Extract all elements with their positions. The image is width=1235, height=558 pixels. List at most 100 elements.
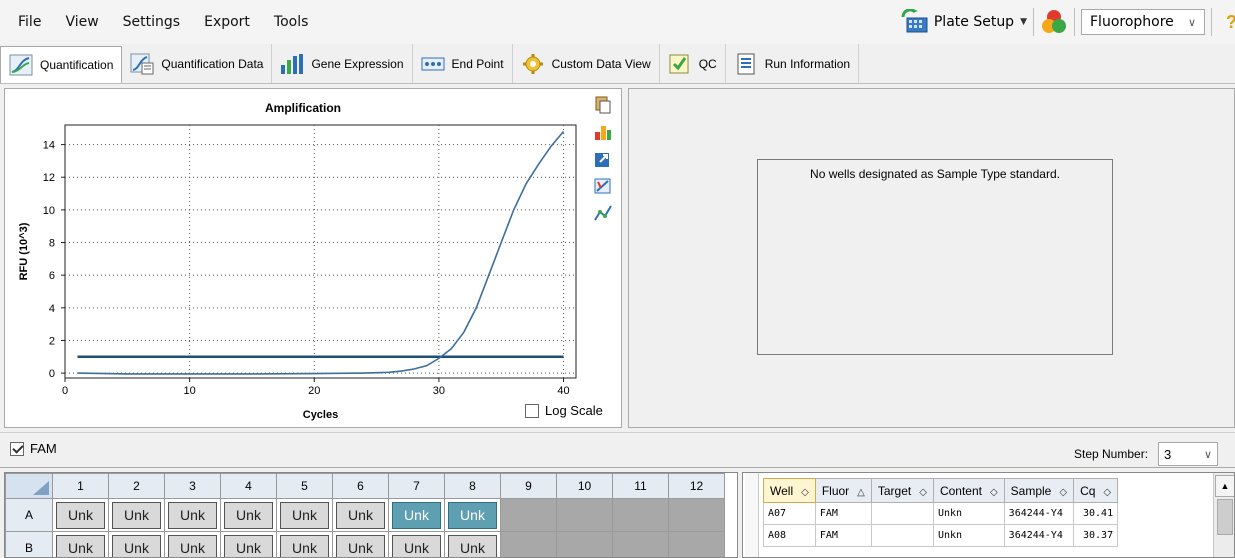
zoom-chart-icon[interactable] — [593, 176, 613, 196]
tab-run-information[interactable]: Run Information — [725, 44, 860, 83]
plate-well[interactable] — [668, 531, 725, 557]
amplification-chart-panel: Amplification 0 10 20 30 40 0 2 4 6 8 10 12 14 Cycles… — [4, 88, 622, 428]
plate-column-header[interactable]: 6 — [332, 473, 389, 499]
tab-end-point[interactable]: End Point — [412, 44, 513, 83]
results-column-header[interactable]: Well ◇ — [763, 478, 816, 503]
table-cell: Unkn — [932, 524, 1005, 547]
tab-label: Custom Data View — [551, 56, 651, 71]
fam-toggle[interactable]: FAM — [10, 441, 57, 456]
fam-checkbox[interactable] — [10, 441, 24, 456]
menu-tools[interactable]: Tools — [262, 14, 321, 30]
step-number-select[interactable]: 3 ∨ — [1158, 442, 1219, 466]
plate-well[interactable]: Unk — [444, 498, 501, 532]
plate-well[interactable]: Unk — [108, 498, 165, 532]
plate-well[interactable]: Unk — [444, 531, 501, 557]
plate-well[interactable] — [556, 498, 613, 532]
scrollbar-thumb[interactable] — [1217, 499, 1233, 535]
tab-label: Run Information — [764, 56, 851, 71]
tab-quantification-data[interactable]: Quantification Data — [122, 44, 273, 83]
log-scale-checkbox[interactable] — [525, 403, 539, 418]
sort-icon: △ — [857, 486, 865, 498]
plate-well[interactable] — [668, 498, 725, 532]
plate-column-header[interactable]: 11 — [612, 473, 669, 499]
well-content-label: Unk — [336, 534, 385, 557]
plate-well[interactable]: Unk — [220, 531, 277, 557]
y-tick-label: 0 — [49, 368, 55, 380]
plate-column-header[interactable]: 10 — [556, 473, 613, 499]
y-tick-label: 14 — [43, 140, 55, 152]
plate-well[interactable]: Unk — [164, 498, 221, 532]
plate-column-header[interactable]: 3 — [164, 473, 221, 499]
menu-export[interactable]: Export — [192, 14, 262, 30]
plate-well[interactable]: Unk — [388, 498, 445, 532]
plate-corner[interactable] — [5, 473, 53, 499]
quantification-data-icon — [130, 53, 154, 75]
plate-well[interactable] — [500, 498, 557, 532]
plate-column-header[interactable]: 5 — [276, 473, 333, 499]
tab-quantification[interactable]: Quantification — [0, 46, 123, 83]
log-scale-toggle[interactable]: Log Scale — [525, 403, 603, 418]
y-tick-label: 10 — [43, 205, 55, 217]
fluorophore-select[interactable]: Fluorophore ∨ — [1081, 9, 1205, 35]
plate-well[interactable] — [612, 531, 669, 557]
results-column-header[interactable]: Sample ◇ — [1003, 478, 1075, 503]
standard-curve-panel: No wells designated as Sample Type stand… — [628, 88, 1235, 428]
plate-column-header[interactable]: 9 — [500, 473, 557, 499]
plate-well[interactable] — [556, 531, 613, 557]
fluor-step-strip: FAM Step Number: 3 ∨ — [0, 432, 1235, 468]
chart-side-toolbar — [593, 95, 617, 230]
well-content-label: Unk — [392, 501, 441, 529]
plate-column-header[interactable]: 7 — [388, 473, 445, 499]
plate-well[interactable]: Unk — [52, 498, 109, 532]
plate-column-header[interactable]: 8 — [444, 473, 501, 499]
results-scrollbar[interactable]: ▲ — [1213, 473, 1234, 557]
plate-column-header[interactable]: 2 — [108, 473, 165, 499]
scroll-up-icon[interactable]: ▲ — [1215, 475, 1234, 497]
well-content-label: Unk — [112, 534, 161, 557]
no-standard-message: No wells designated as Sample Type stand… — [810, 167, 1060, 181]
plate-well[interactable]: Unk — [276, 498, 333, 532]
menu-file[interactable]: File — [0, 14, 53, 30]
export-chart-icon[interactable] — [593, 149, 613, 169]
plate-well[interactable]: Unk — [52, 531, 109, 557]
plate-well[interactable]: Unk — [108, 531, 165, 557]
menu-settings[interactable]: Settings — [111, 14, 192, 30]
plate-row-header[interactable]: A — [5, 498, 53, 532]
results-column-header[interactable]: Content ◇ — [932, 478, 1005, 503]
amplification-chart[interactable]: 0 10 20 30 40 0 2 4 6 8 10 12 14 Cycles RFU (10^3) — [5, 89, 601, 429]
tab-label: QC — [698, 56, 717, 71]
x-axis-label: Cycles — [303, 409, 338, 421]
help-button[interactable]: ? — [1226, 12, 1235, 33]
plate-column-header[interactable]: 4 — [220, 473, 277, 499]
toolbar-separator — [1033, 8, 1034, 36]
plate-well[interactable]: Unk — [164, 531, 221, 557]
plate-well[interactable] — [612, 498, 669, 532]
plate-column-header[interactable]: 12 — [668, 473, 725, 499]
plate-well[interactable] — [500, 531, 557, 557]
table-row[interactable]: A08 FAM Unkn 364244-Y4 30.37 — [763, 524, 1119, 547]
plate-well[interactable]: Unk — [332, 498, 389, 532]
copy-icon[interactable] — [593, 95, 613, 115]
results-column-header[interactable]: Target ◇ — [870, 478, 934, 503]
plate-well[interactable]: Unk — [388, 531, 445, 557]
results-column-header[interactable]: Cq ◇ — [1073, 478, 1119, 503]
tab-custom-data-view[interactable]: Custom Data View — [512, 44, 660, 83]
plate-column-header[interactable]: 1 — [52, 473, 109, 499]
table-row[interactable]: A07 FAM Unkn 364244-Y4 30.41 — [763, 502, 1119, 525]
tab-qc[interactable]: QC — [659, 44, 726, 83]
tab-gene-expression[interactable]: Gene Expression — [272, 44, 413, 83]
results-column-header[interactable]: Fluor △ — [814, 478, 872, 503]
table-cell: A08 — [763, 524, 816, 547]
sort-icon: ◇ — [801, 486, 809, 498]
well-content-label: Unk — [224, 501, 273, 529]
plate-well[interactable]: Unk — [332, 531, 389, 557]
plate-well[interactable]: Unk — [220, 498, 277, 532]
fluorophore-color-icon[interactable] — [1040, 8, 1068, 36]
plate-setup-button[interactable]: Plate Setup ▼ — [900, 8, 1027, 35]
trend-line-icon[interactable] — [593, 203, 613, 223]
plate-row-header[interactable]: B — [5, 531, 53, 557]
chart-type-icon[interactable] — [593, 122, 613, 142]
plate-well[interactable]: Unk — [276, 531, 333, 557]
table-cell — [870, 524, 934, 547]
menu-view[interactable]: View — [53, 14, 110, 30]
